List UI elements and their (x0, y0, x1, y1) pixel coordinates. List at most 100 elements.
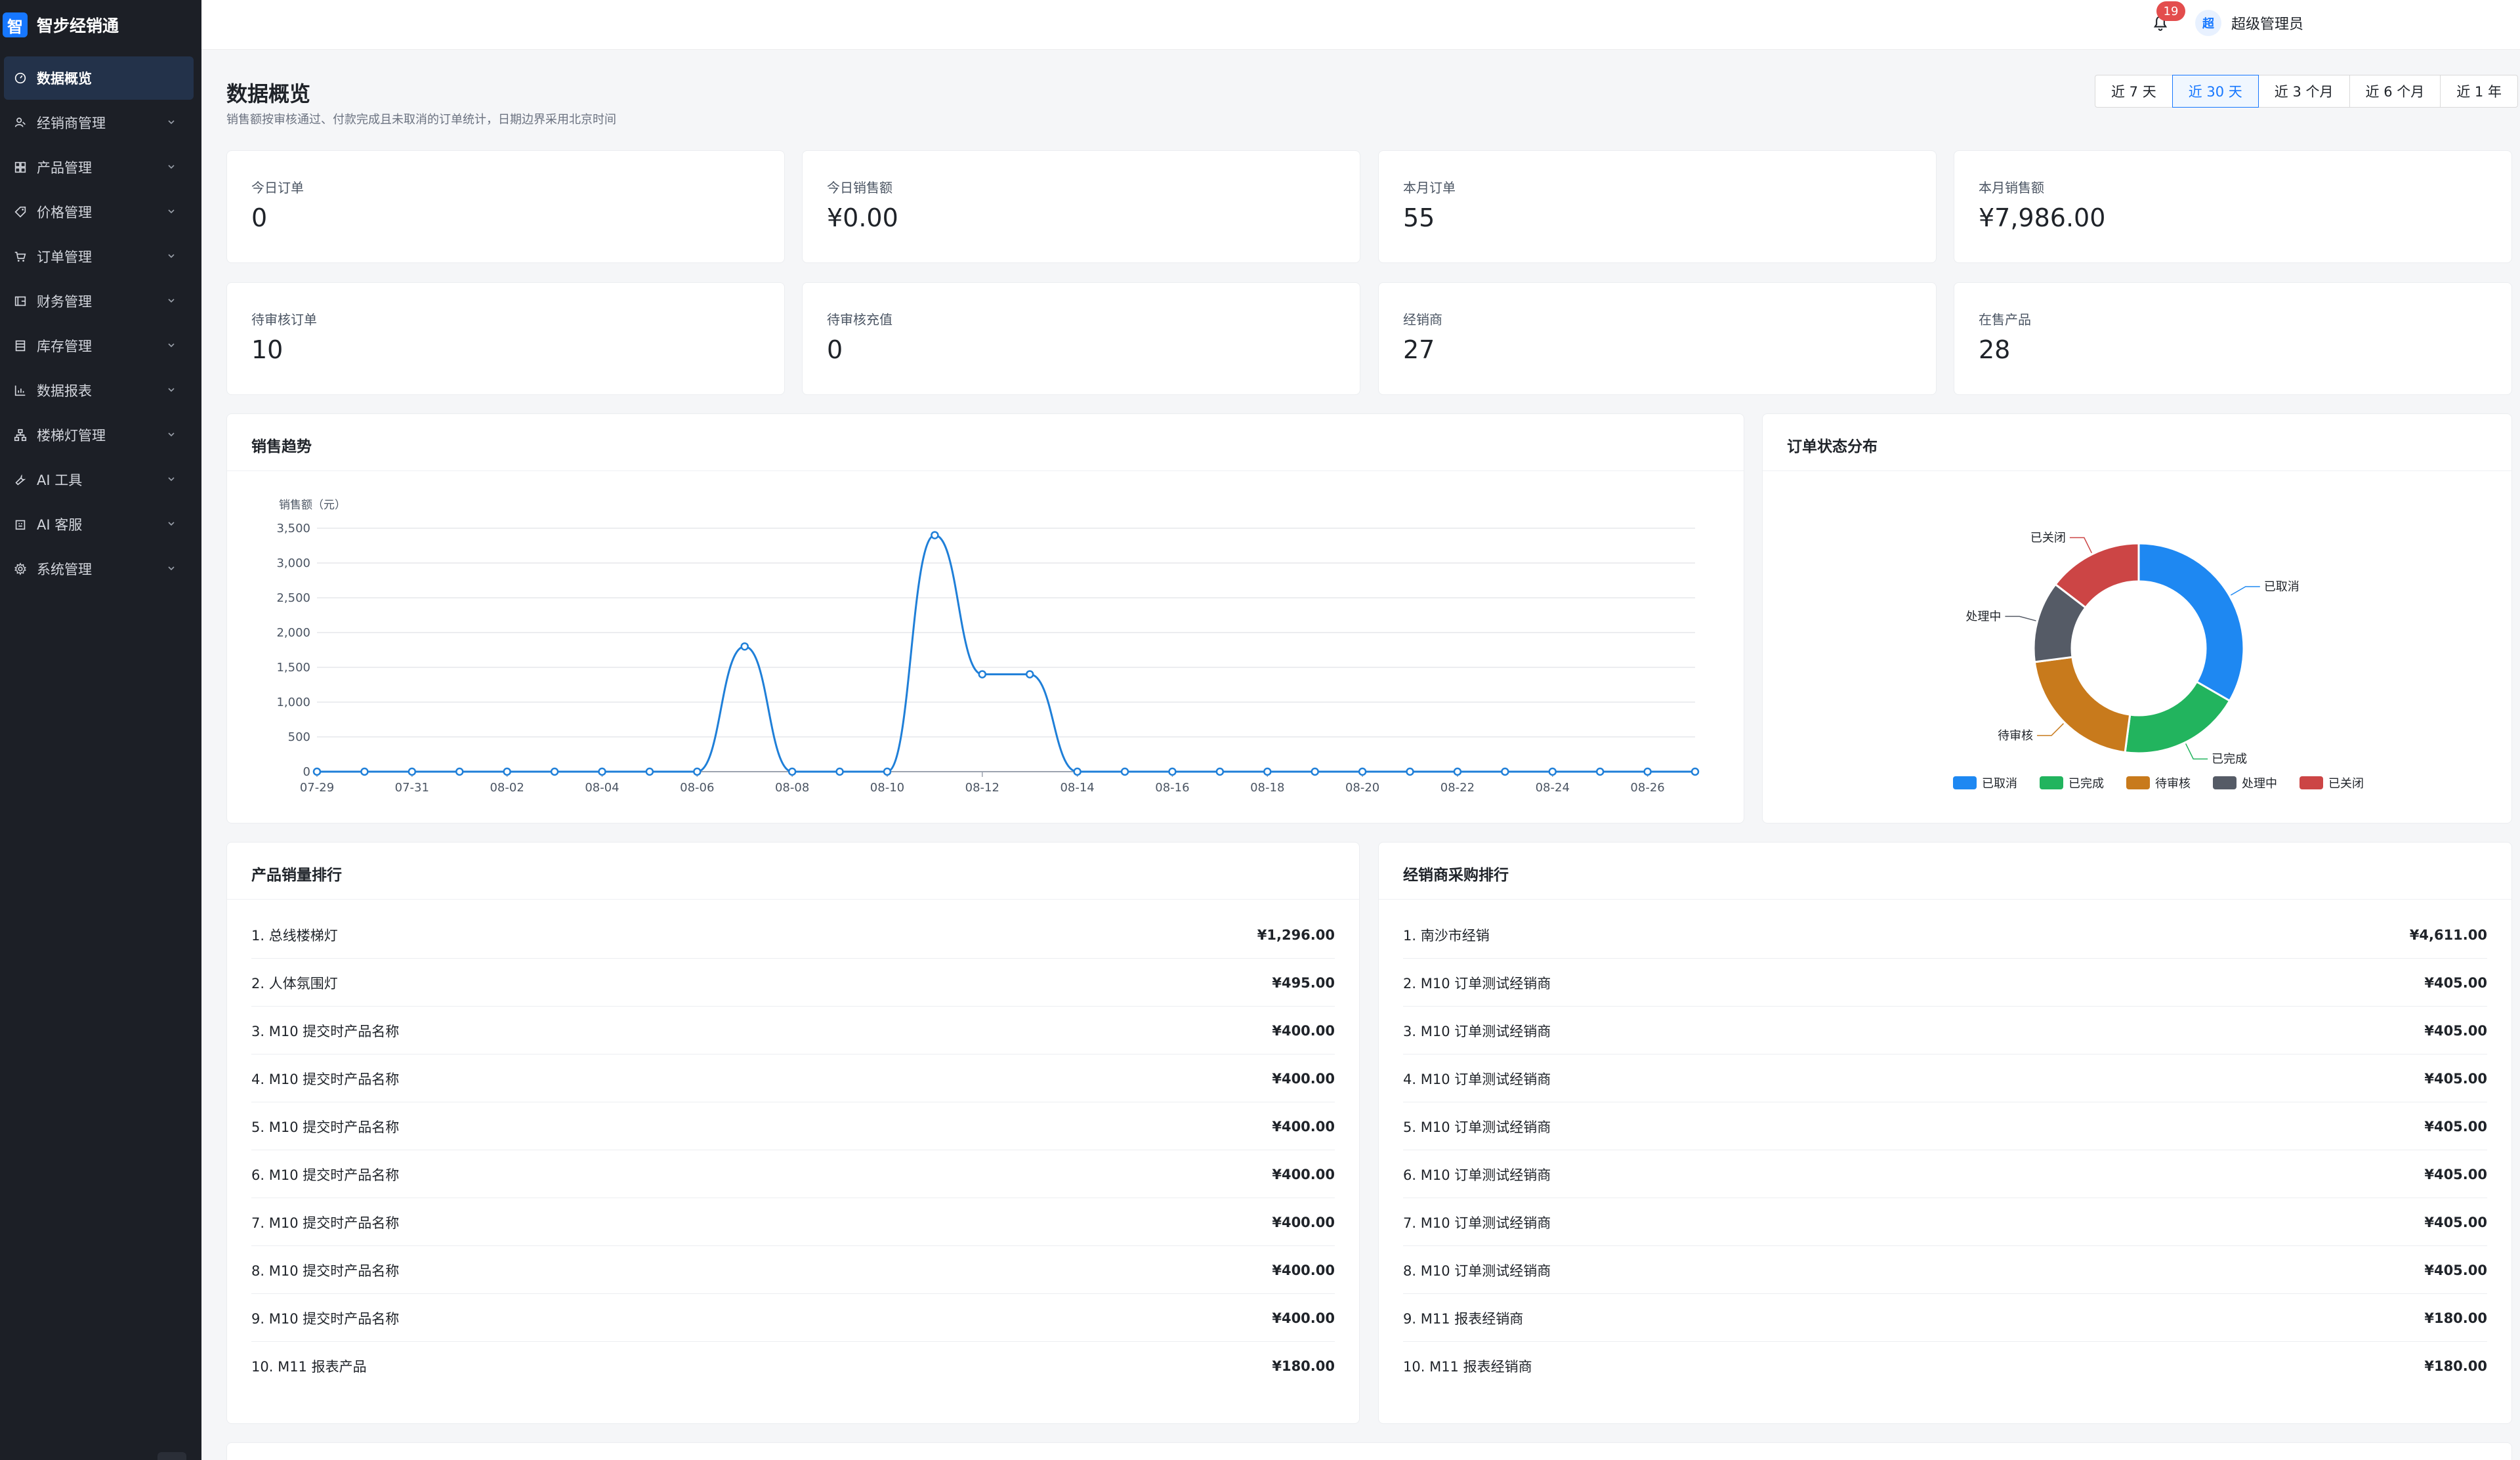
data-point (1025, 670, 1034, 678)
data-point (1263, 767, 1272, 776)
y-tick-label: 1,500 (276, 661, 310, 675)
legend-swatch (2040, 776, 2063, 789)
sidebar-item-6[interactable]: 库存管理 (4, 324, 194, 367)
ranking-name: 10. M11 报表经销商 (1403, 1359, 1532, 1375)
page-title: 数据概览 (226, 81, 311, 106)
legend-swatch (2300, 776, 2323, 789)
brand-logo: 智 (3, 12, 28, 37)
ranking-row: 9. M10 提交时产品名称 ¥400.00 (251, 1295, 1335, 1342)
data-point (835, 767, 844, 776)
ranking-name: 4. M10 提交时产品名称 (251, 1071, 400, 1087)
donut-slice-label: 已关闭 (2030, 531, 2066, 545)
sidebar-item-11[interactable]: 系统管理 (4, 547, 194, 591)
x-tick-label: 08-02 (490, 781, 524, 795)
legend-swatch (2126, 776, 2150, 789)
ranking-amount: ¥400.00 (1272, 1022, 1335, 1039)
sidebar-item-10[interactable]: AI 客服 (4, 503, 194, 546)
donut-slice-label: 已完成 (2212, 753, 2247, 766)
robot-icon (13, 517, 28, 532)
x-tick-label: 08-16 (1155, 781, 1189, 795)
order-status-chart: 已取消已完成待审核处理中已关闭已取消 已完成 待审核 处理中 已关闭 (1953, 531, 2364, 791)
sidebar-item-0[interactable]: 数据概览 (4, 56, 194, 100)
range-button-0[interactable]: 近 7 天 (2095, 75, 2173, 108)
tag-icon (13, 205, 28, 219)
data-point (1406, 767, 1414, 776)
page-subtitle: 销售额按审核通过、付款完成且未取消的订单统计，日期边界采用北京时间 (226, 113, 616, 127)
stat-value: 28 (1979, 335, 2011, 364)
brand[interactable]: 智 智步经销通 (0, 0, 201, 50)
avatar[interactable]: 超 (2195, 10, 2221, 36)
sidebar-item-2[interactable]: 产品管理 (4, 146, 194, 189)
stat-card: 本月销售额 ¥7,986.00 (1954, 150, 2512, 263)
x-tick-label: 08-06 (680, 781, 714, 795)
sidebar-menu: 数据概览 经销商管理 产品管理 价格管理 订单管理 财务管理 库存管理 数据报表 楼梯灯管理 AI… (0, 56, 201, 591)
data-point (645, 767, 654, 776)
legend-label: 已取消 (1982, 777, 2017, 791)
range-button-1[interactable]: 近 30 天 (2172, 75, 2259, 108)
sidebar-item-9[interactable]: AI 工具 (4, 458, 194, 501)
donut-slice (2137, 542, 2245, 703)
ranking-row: 4. M10 订单测试经销商 ¥405.00 (1403, 1055, 2487, 1102)
stat-card: 经销商 27 (1378, 282, 1937, 395)
x-tick-label: 08-22 (1440, 781, 1475, 795)
ranking-amount: ¥405.00 (2424, 974, 2487, 991)
data-point (455, 767, 464, 776)
data-point (1358, 767, 1367, 776)
stat-label: 在售产品 (1979, 312, 2031, 327)
data-point (1643, 767, 1652, 776)
sidebar-item-3[interactable]: 价格管理 (4, 190, 194, 234)
ranking-amount: ¥400.00 (1272, 1214, 1335, 1230)
sidebar-item-8[interactable]: 楼梯灯管理 (4, 413, 194, 457)
chevron-down-icon (168, 522, 175, 526)
sidebar-item-label: 经销商管理 (37, 115, 106, 131)
stat-card: 本月订单 55 (1378, 150, 1937, 263)
ranking-amount: ¥400.00 (1272, 1310, 1335, 1326)
data-point (1168, 767, 1177, 776)
ranking-amount: ¥400.00 (1272, 1118, 1335, 1135)
x-tick-label: 07-29 (300, 781, 334, 795)
sidebar-item-label: 价格管理 (37, 205, 92, 220)
sidebar-item-5[interactable]: 财务管理 (4, 280, 194, 323)
data-point (598, 767, 606, 776)
ranking-amount: ¥4,611.00 (2409, 927, 2487, 943)
sidebar-item-1[interactable]: 经销商管理 (4, 101, 194, 144)
wallet-icon (13, 294, 28, 308)
ranking-amount: ¥180.00 (1272, 1358, 1335, 1374)
data-point (1501, 767, 1509, 776)
x-tick-label: 08-26 (1630, 781, 1664, 795)
data-point (1120, 767, 1129, 776)
sidebar-item-4[interactable]: 订单管理 (4, 235, 194, 278)
stat-value: 0 (251, 203, 268, 232)
range-button-2[interactable]: 近 3 个月 (2258, 75, 2350, 108)
network-icon (13, 428, 28, 442)
user-name[interactable]: 超级管理员 (2231, 12, 2303, 33)
ranking-amount: ¥405.00 (2424, 1022, 2487, 1039)
range-button-3[interactable]: 近 6 个月 (2349, 75, 2441, 108)
sidebar-item-7[interactable]: 数据报表 (4, 369, 194, 412)
data-point (1595, 767, 1605, 776)
ranking-amount: ¥405.00 (2424, 1166, 2487, 1182)
ranking-row: 2. M10 订单测试经销商 ¥405.00 (1403, 959, 2487, 1007)
donut-leader-line (2230, 586, 2260, 596)
x-tick-label: 08-12 (965, 781, 999, 795)
x-tick-label: 08-10 (870, 781, 904, 795)
gear-icon (13, 562, 28, 576)
data-point (360, 767, 369, 776)
stat-label: 今日订单 (251, 180, 304, 196)
x-tick-label: 08-18 (1250, 781, 1284, 795)
sidebar-collapse-handle[interactable] (158, 1452, 186, 1460)
range-button-4[interactable]: 近 1 年 (2440, 75, 2518, 108)
panel-title: 经销商采购排行 (1403, 867, 1509, 884)
data-point (978, 670, 987, 678)
ranking-name: 2. 人体氛围灯 (251, 975, 338, 991)
ranking-name: 7. M10 订单测试经销商 (1403, 1215, 1551, 1231)
ranking-row: 2. 人体氛围灯 ¥495.00 (251, 959, 1335, 1007)
x-tick-label: 08-20 (1345, 781, 1379, 795)
ranking-amount: ¥405.00 (2424, 1262, 2487, 1278)
donut-slice-label: 处理中 (1965, 610, 2001, 623)
stat-value: ¥7,986.00 (1979, 203, 2106, 232)
stat-value: 10 (251, 335, 284, 364)
x-tick-label: 08-14 (1060, 781, 1094, 795)
ranking-row: 5. M10 订单测试经销商 ¥405.00 (1403, 1103, 2487, 1150)
ranking-name: 3. M10 订单测试经销商 (1403, 1023, 1551, 1039)
